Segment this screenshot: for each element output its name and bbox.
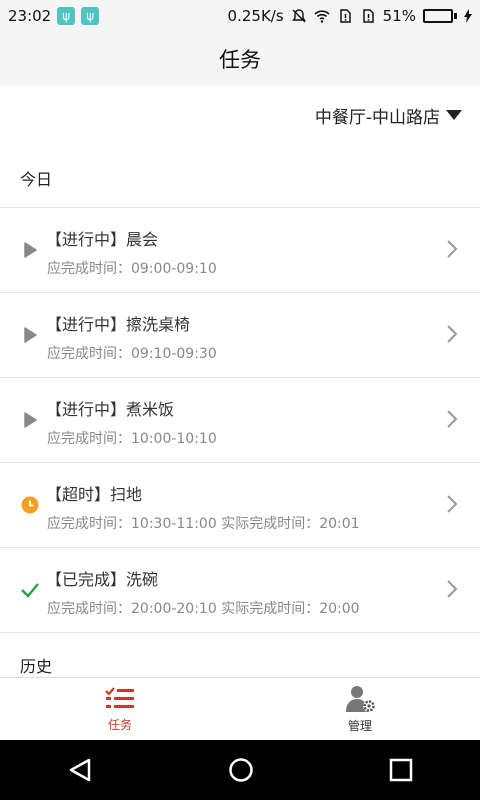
chevron-right-icon xyxy=(447,580,458,598)
task-subtitle: 应完成时间：10:30-11:00 实际完成时间：20:01 xyxy=(47,516,360,532)
sim-no-signal-icon xyxy=(339,9,351,23)
battery-icon xyxy=(423,9,457,23)
charging-icon xyxy=(464,9,472,23)
task-title: 【超时】扫地 xyxy=(46,485,143,504)
task-item[interactable]: 【已完成】洗碗 应完成时间：20:00-20:10 实际完成时间：20:00 xyxy=(0,548,480,633)
tab-tasks[interactable]: 任务 xyxy=(0,678,240,740)
task-subtitle: 应完成时间：20:00-20:10 实际完成时间：20:00 xyxy=(47,601,360,617)
store-selector-label: 中餐厅-中山路店 xyxy=(314,107,440,128)
play-icon xyxy=(20,240,40,260)
task-title: 【进行中】晨会 xyxy=(46,230,159,249)
user-settings-icon xyxy=(346,685,375,712)
recents-icon[interactable] xyxy=(389,758,413,782)
checkmark-icon xyxy=(20,580,40,600)
usb-icon: ψ xyxy=(81,7,100,25)
task-title: 【进行中】煮米饭 xyxy=(46,400,175,419)
task-title: 【已完成】洗碗 xyxy=(46,570,159,589)
home-icon[interactable] xyxy=(228,757,254,783)
task-subtitle: 应完成时间：10:00-10:10 xyxy=(47,431,217,447)
task-subtitle: 应完成时间：09:00-09:10 xyxy=(47,261,217,277)
wifi-icon xyxy=(314,10,330,23)
chevron-right-icon xyxy=(447,410,458,428)
chevron-right-icon xyxy=(447,495,458,513)
mute-bell-icon xyxy=(291,9,306,23)
section-history-label: 历史 xyxy=(20,657,53,676)
page-title: 任务 xyxy=(219,48,261,72)
task-item[interactable]: 【超时】扫地 应完成时间：10:30-11:00 实际完成时间：20:01 xyxy=(0,463,480,548)
task-item[interactable]: 【进行中】晨会 应完成时间：09:00-09:10 xyxy=(0,208,480,293)
back-icon[interactable] xyxy=(67,757,93,783)
sim-no-signal-icon xyxy=(362,9,374,23)
battery-percent: 51% xyxy=(382,7,416,25)
tab-management[interactable]: 管理 xyxy=(240,678,480,740)
play-icon xyxy=(20,325,40,345)
chevron-right-icon xyxy=(447,240,458,258)
title-bar: 任务 xyxy=(0,32,480,86)
network-speed: 0.25K/s xyxy=(227,7,284,25)
task-subtitle: 应完成时间：09:10-09:30 xyxy=(47,346,217,362)
chevron-right-icon xyxy=(447,325,458,343)
section-today-label: 今日 xyxy=(20,170,53,189)
tab-tasks-label: 任务 xyxy=(107,717,132,732)
status-bar: 23:02 ψ ψ 0.25K/s 51% xyxy=(0,0,480,32)
clock-icon xyxy=(20,495,40,515)
task-item[interactable]: 【进行中】擦洗桌椅 应完成时间：09:10-09:30 xyxy=(0,293,480,378)
bottom-nav: 任务 管理 xyxy=(0,677,480,740)
tab-management-label: 管理 xyxy=(347,718,372,733)
caret-down-icon xyxy=(446,110,462,120)
task-item[interactable]: 【进行中】煮米饭 应完成时间：10:00-10:10 xyxy=(0,378,480,463)
usb-icon: ψ xyxy=(57,7,76,25)
system-nav-bar xyxy=(0,740,480,800)
play-icon xyxy=(20,410,40,430)
store-selector[interactable]: 中餐厅-中山路店 xyxy=(315,96,462,134)
status-time: 23:02 xyxy=(8,7,52,25)
task-list-icon xyxy=(105,686,134,708)
task-title: 【进行中】擦洗桌椅 xyxy=(46,315,191,334)
